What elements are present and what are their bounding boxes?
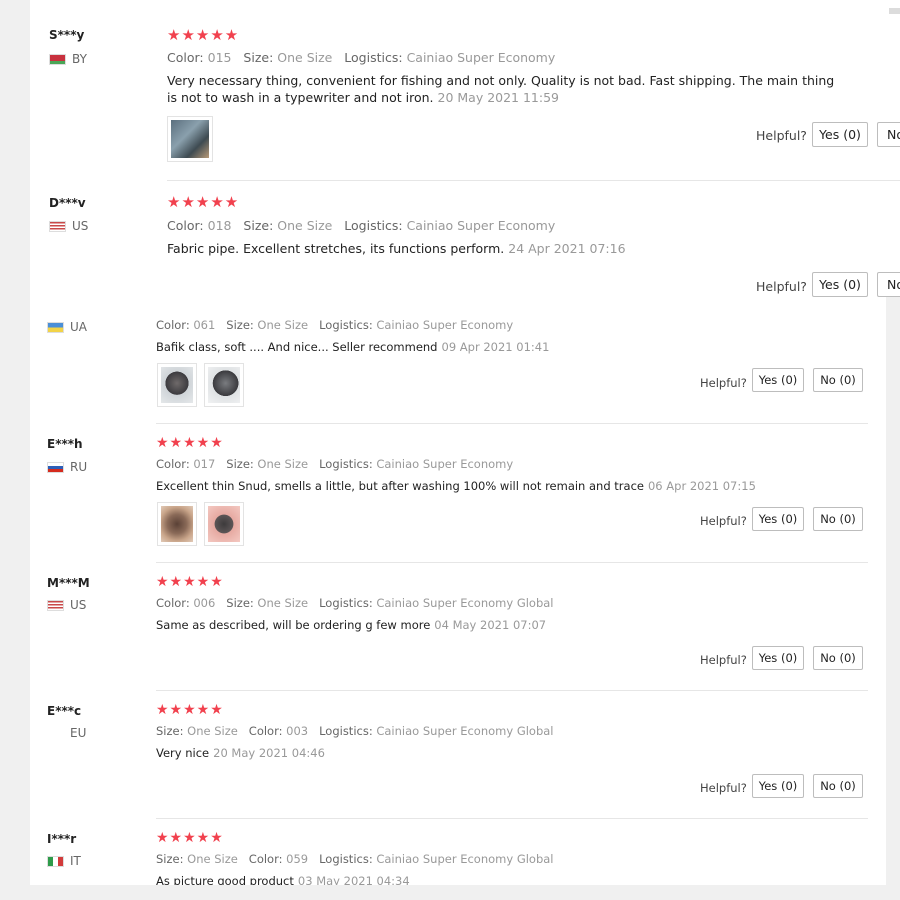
flag-us-icon — [49, 220, 66, 232]
reviewer-name: D***v — [49, 196, 86, 210]
flag-eu-icon — [47, 728, 64, 739]
country-code: EU — [70, 726, 87, 740]
review-item: S***y BY ★★★★★ Color: 015 Size: One Size… — [0, 0, 900, 182]
review-item: E***c EU ★★★★★ Size: One Size Color: 003… — [0, 691, 900, 819]
review-date: 20 May 2021 11:59 — [437, 90, 560, 105]
review-text: As picture good product 03 May 2021 04:34 — [156, 873, 856, 885]
star-rating: ★★★★★ — [167, 193, 240, 211]
helpful-label: Helpful? — [700, 376, 747, 390]
review-photo[interactable] — [157, 363, 197, 407]
review-date: 03 May 2021 04:34 — [297, 874, 410, 885]
reviewer-country: RU — [47, 460, 87, 474]
review-photo[interactable] — [204, 502, 244, 546]
review-meta: Color: 018 Size: One Size Logistics: Cai… — [167, 218, 556, 233]
reviewer-country: IT — [47, 854, 81, 868]
review-text: Very nice 20 May 2021 04:46 — [156, 746, 325, 760]
helpful-no-button[interactable]: No — [877, 122, 900, 147]
flag-ru-icon — [47, 461, 64, 473]
review-item: E***h RU ★★★★★ Color: 017 Size: One Size… — [0, 424, 900, 563]
flag-by-icon — [49, 53, 66, 65]
country-code: BY — [72, 52, 87, 66]
country-code: RU — [70, 460, 88, 474]
helpful-label: Helpful? — [700, 653, 747, 667]
helpful-no-button[interactable]: No (0) — [813, 507, 863, 531]
reviewer-country: UA — [47, 320, 87, 334]
helpful-label: Helpful? — [700, 514, 747, 528]
helpful-yes-button[interactable]: Yes (0) — [752, 507, 804, 531]
reviewer-country: US — [49, 219, 88, 233]
review-item: I***r IT ★★★★★ Size: One Size Color: 059… — [0, 819, 900, 885]
reviewer-name: I***r — [47, 832, 77, 846]
helpful-yes-button[interactable]: Yes (0) — [752, 774, 804, 798]
review-text: Same as described, will be ordering g fe… — [156, 618, 547, 632]
review-meta: Color: 017 Size: One Size Logistics: Cai… — [156, 457, 514, 471]
review-text: Very necessary thing, convenient for fis… — [167, 73, 835, 105]
review-photo[interactable] — [204, 363, 244, 407]
flag-it-icon — [47, 855, 64, 867]
helpful-yes-button[interactable]: Yes (0) — [812, 122, 868, 147]
star-rating: ★★★★★ — [156, 702, 224, 718]
review-meta: Color: 061 Size: One Size Logistics: Cai… — [156, 318, 514, 332]
review-text: Fabric pipe. Excellent stretches, its fu… — [167, 241, 626, 256]
review-date: 06 Apr 2021 07:15 — [647, 479, 756, 493]
helpful-label: Helpful? — [756, 279, 807, 294]
helpful-label: Helpful? — [700, 781, 747, 795]
reviewer-country: US — [47, 598, 86, 612]
star-rating: ★★★★★ — [156, 830, 224, 846]
star-rating: ★★★★★ — [167, 26, 240, 44]
review-text: Bafik class, soft .... And nice... Selle… — [156, 340, 550, 354]
helpful-yes-button[interactable]: Yes (0) — [752, 368, 804, 392]
helpful-yes-button[interactable]: Yes (0) — [752, 646, 804, 670]
reviewer-name: E***c — [47, 704, 82, 718]
country-code: IT — [70, 854, 81, 868]
review-item: UA Color: 061 Size: One Size Logistics: … — [0, 302, 900, 424]
bottom-gutter — [0, 885, 900, 900]
reviewer-country: EU — [47, 726, 86, 740]
review-date: 09 Apr 2021 01:41 — [441, 340, 550, 354]
review-date: 24 Apr 2021 07:16 — [508, 241, 626, 256]
reviewer-country: BY — [49, 52, 87, 66]
review-meta: Size: One Size Color: 059 Logistics: Cai… — [156, 852, 554, 866]
review-date: 20 May 2021 04:46 — [213, 746, 325, 760]
country-code: UA — [70, 320, 87, 334]
helpful-yes-button[interactable]: Yes (0) — [812, 272, 868, 297]
review-date: 04 May 2021 07:07 — [434, 618, 547, 632]
review-photo[interactable] — [157, 502, 197, 546]
review-item: M***M US ★★★★★ Color: 006 Size: One Size… — [0, 563, 900, 691]
flag-ua-icon — [47, 321, 64, 333]
helpful-no-button[interactable]: No (0) — [813, 368, 863, 392]
review-photo[interactable] — [167, 116, 213, 162]
reviewer-name: S***y — [49, 28, 85, 42]
star-rating: ★★★★★ — [156, 435, 224, 451]
star-rating: ★★★★★ — [156, 574, 224, 590]
review-text: Excellent thin Snud, smells a little, bu… — [156, 479, 756, 493]
review-item: D***v US ★★★★★ Color: 018 Size: One Size… — [0, 182, 900, 302]
flag-us-icon — [47, 599, 64, 611]
helpful-no-button[interactable]: No — [877, 272, 900, 297]
reviewer-name: M***M — [47, 576, 90, 590]
reviewer-name: E***h — [47, 437, 83, 451]
country-code: US — [70, 598, 87, 612]
helpful-no-button[interactable]: No (0) — [813, 646, 863, 670]
separator — [167, 180, 900, 181]
country-code: US — [72, 219, 89, 233]
helpful-no-button[interactable]: No (0) — [813, 774, 863, 798]
review-meta: Color: 006 Size: One Size Logistics: Cai… — [156, 596, 554, 610]
review-meta: Size: One Size Color: 003 Logistics: Cai… — [156, 724, 554, 738]
review-meta: Color: 015 Size: One Size Logistics: Cai… — [167, 50, 556, 65]
helpful-label: Helpful? — [756, 128, 807, 143]
